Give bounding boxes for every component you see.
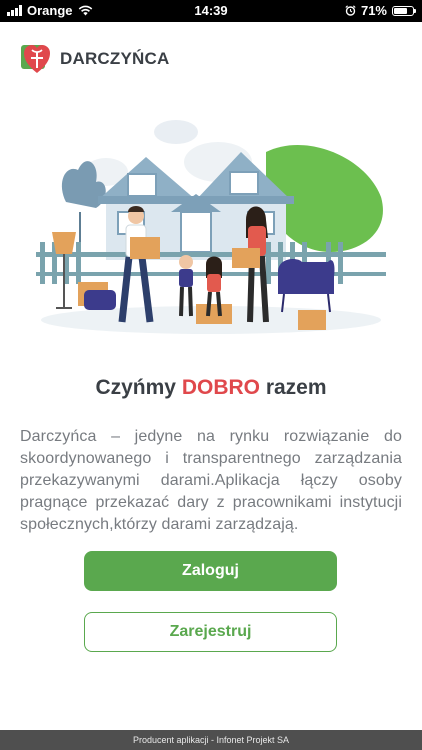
- headline-prefix: Czyńmy: [95, 376, 182, 399]
- alarm-icon: [345, 5, 356, 16]
- battery-icon: [392, 5, 416, 16]
- login-button[interactable]: Zaloguj: [84, 551, 337, 591]
- app-logo: DARCZYŃCA: [20, 40, 169, 78]
- status-bar: Orange 14:39 71%: [0, 0, 422, 22]
- register-button[interactable]: Zarejestruj: [84, 612, 337, 652]
- status-right: 71%: [345, 3, 416, 18]
- app-name: DARCZYŃCA: [60, 49, 170, 68]
- app-description: Darczyńca – jedyne na rynku rozwiązanie …: [20, 428, 402, 533]
- headline-suffix: razem: [259, 376, 327, 399]
- headline: Czyńmy DOBRO razem: [0, 376, 422, 400]
- heart-gift-logo: [21, 45, 50, 73]
- headline-accent: DOBRO: [181, 376, 260, 399]
- footer-credit: Producent aplikacji - Infonet Projekt SA: [0, 730, 422, 750]
- battery-percent: 71%: [360, 3, 387, 18]
- family-house-illustration: [36, 120, 386, 334]
